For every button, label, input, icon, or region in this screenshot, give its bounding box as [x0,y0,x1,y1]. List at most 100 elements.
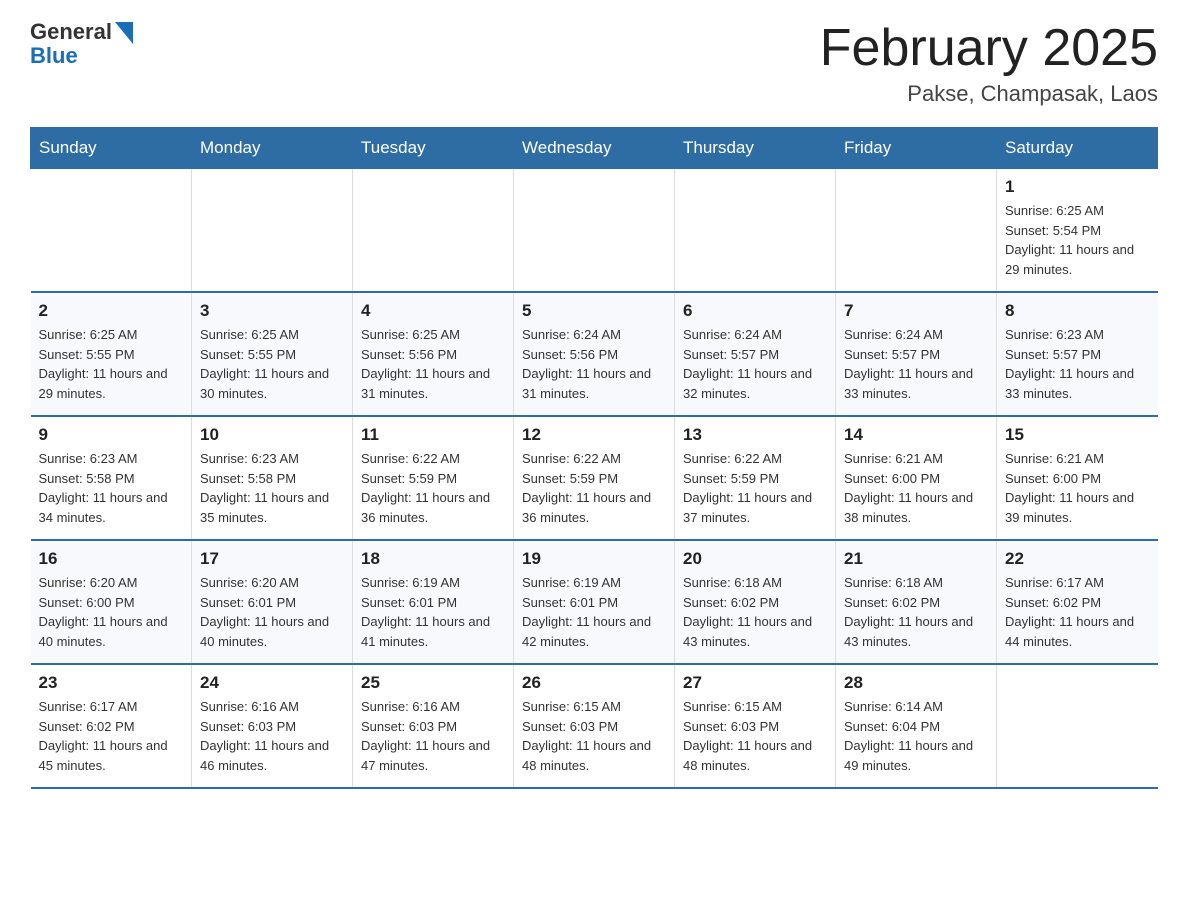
calendar-cell: 9 Sunrise: 6:23 AMSunset: 5:58 PMDaylight… [31,416,192,540]
day-info: Sunrise: 6:23 AMSunset: 5:58 PMDaylight:… [39,449,184,527]
page-header: General Blue February 2025 Pakse, Champa… [30,20,1158,107]
calendar-cell: 14Sunrise: 6:21 AMSunset: 6:00 PMDayligh… [836,416,997,540]
weekday-header-row: Sunday Monday Tuesday Wednesday Thursday… [31,128,1158,169]
day-info: Sunrise: 6:24 AMSunset: 5:57 PMDaylight:… [844,325,988,403]
calendar-week-row: 2 Sunrise: 6:25 AMSunset: 5:55 PMDaylight… [31,292,1158,416]
day-info: Sunrise: 6:22 AMSunset: 5:59 PMDaylight:… [522,449,666,527]
calendar-cell: 27 Sunrise: 6:15 AMSunset: 6:03 PMDayligh… [675,664,836,788]
day-info: Sunrise: 6:17 AMSunset: 6:02 PMDaylight:… [39,697,184,775]
day-number: 22 [1005,549,1150,569]
day-number: 20 [683,549,827,569]
day-number: 28 [844,673,988,693]
day-number: 12 [522,425,666,445]
calendar-cell: 7 Sunrise: 6:24 AMSunset: 5:57 PMDaylight… [836,292,997,416]
calendar-week-row: 23 Sunrise: 6:17 AMSunset: 6:02 PMDayligh… [31,664,1158,788]
calendar-cell: 8Sunrise: 6:23 AMSunset: 5:57 PMDaylight… [997,292,1158,416]
day-info: Sunrise: 6:25 AMSunset: 5:56 PMDaylight:… [361,325,505,403]
day-number: 7 [844,301,988,321]
calendar-cell: 26 Sunrise: 6:15 AMSunset: 6:03 PMDayligh… [514,664,675,788]
day-info: Sunrise: 6:21 AMSunset: 6:00 PMDaylight:… [844,449,988,527]
day-info: Sunrise: 6:24 AMSunset: 5:57 PMDaylight:… [683,325,827,403]
header-saturday: Saturday [997,128,1158,169]
day-info: Sunrise: 6:23 AMSunset: 5:57 PMDaylight:… [1005,325,1150,403]
calendar-week-row: 16Sunrise: 6:20 AMSunset: 6:00 PMDayligh… [31,540,1158,664]
day-number: 9 [39,425,184,445]
calendar-week-row: 1 Sunrise: 6:25 AMSunset: 5:54 PMDaylight… [31,169,1158,293]
day-info: Sunrise: 6:22 AMSunset: 5:59 PMDaylight:… [361,449,505,527]
calendar-cell: 5 Sunrise: 6:24 AMSunset: 5:56 PMDaylight… [514,292,675,416]
calendar-cell [514,169,675,293]
calendar-cell: 22 Sunrise: 6:17 AMSunset: 6:02 PMDayligh… [997,540,1158,664]
day-info: Sunrise: 6:20 AMSunset: 6:00 PMDaylight:… [39,573,184,651]
header-sunday: Sunday [31,128,192,169]
day-number: 27 [683,673,827,693]
header-wednesday: Wednesday [514,128,675,169]
logo-general-text: General [30,20,112,44]
day-number: 11 [361,425,505,445]
day-info: Sunrise: 6:18 AMSunset: 6:02 PMDaylight:… [844,573,988,651]
header-thursday: Thursday [675,128,836,169]
calendar-cell: 16Sunrise: 6:20 AMSunset: 6:00 PMDayligh… [31,540,192,664]
calendar-cell [353,169,514,293]
day-info: Sunrise: 6:19 AMSunset: 6:01 PMDaylight:… [522,573,666,651]
day-number: 15 [1005,425,1150,445]
day-info: Sunrise: 6:19 AMSunset: 6:01 PMDaylight:… [361,573,505,651]
calendar-cell: 18 Sunrise: 6:19 AMSunset: 6:01 PMDayligh… [353,540,514,664]
day-info: Sunrise: 6:25 AMSunset: 5:54 PMDaylight:… [1005,201,1150,279]
day-info: Sunrise: 6:17 AMSunset: 6:02 PMDaylight:… [1005,573,1150,651]
calendar-cell: 15 Sunrise: 6:21 AMSunset: 6:00 PMDayligh… [997,416,1158,540]
day-number: 24 [200,673,344,693]
calendar-cell [31,169,192,293]
calendar-cell: 12 Sunrise: 6:22 AMSunset: 5:59 PMDayligh… [514,416,675,540]
day-info: Sunrise: 6:15 AMSunset: 6:03 PMDaylight:… [522,697,666,775]
day-number: 5 [522,301,666,321]
day-info: Sunrise: 6:24 AMSunset: 5:56 PMDaylight:… [522,325,666,403]
day-number: 13 [683,425,827,445]
calendar-cell: 28Sunrise: 6:14 AMSunset: 6:04 PMDayligh… [836,664,997,788]
day-info: Sunrise: 6:15 AMSunset: 6:03 PMDaylight:… [683,697,827,775]
calendar-cell [997,664,1158,788]
day-number: 10 [200,425,344,445]
day-info: Sunrise: 6:22 AMSunset: 5:59 PMDaylight:… [683,449,827,527]
day-number: 18 [361,549,505,569]
calendar-cell: 11 Sunrise: 6:22 AMSunset: 5:59 PMDayligh… [353,416,514,540]
location-title: Pakse, Champasak, Laos [820,81,1158,107]
header-monday: Monday [192,128,353,169]
day-info: Sunrise: 6:18 AMSunset: 6:02 PMDaylight:… [683,573,827,651]
day-number: 6 [683,301,827,321]
day-info: Sunrise: 6:16 AMSunset: 6:03 PMDaylight:… [200,697,344,775]
header-friday: Friday [836,128,997,169]
calendar-cell: 24 Sunrise: 6:16 AMSunset: 6:03 PMDayligh… [192,664,353,788]
logo-triangle-icon [115,22,133,44]
calendar-cell [192,169,353,293]
calendar-cell: 2 Sunrise: 6:25 AMSunset: 5:55 PMDaylight… [31,292,192,416]
calendar-cell: 21 Sunrise: 6:18 AMSunset: 6:02 PMDayligh… [836,540,997,664]
calendar-cell: 20 Sunrise: 6:18 AMSunset: 6:02 PMDayligh… [675,540,836,664]
day-number: 23 [39,673,184,693]
day-info: Sunrise: 6:20 AMSunset: 6:01 PMDaylight:… [200,573,344,651]
day-number: 25 [361,673,505,693]
day-number: 1 [1005,177,1150,197]
calendar-cell: 4 Sunrise: 6:25 AMSunset: 5:56 PMDaylight… [353,292,514,416]
calendar-cell: 19 Sunrise: 6:19 AMSunset: 6:01 PMDayligh… [514,540,675,664]
day-info: Sunrise: 6:16 AMSunset: 6:03 PMDaylight:… [361,697,505,775]
day-number: 26 [522,673,666,693]
calendar-cell [836,169,997,293]
day-info: Sunrise: 6:21 AMSunset: 6:00 PMDaylight:… [1005,449,1150,527]
day-number: 19 [522,549,666,569]
day-number: 4 [361,301,505,321]
logo-blue-text: Blue [30,43,78,68]
day-number: 2 [39,301,184,321]
calendar-cell: 6 Sunrise: 6:24 AMSunset: 5:57 PMDaylight… [675,292,836,416]
calendar-cell: 13 Sunrise: 6:22 AMSunset: 5:59 PMDayligh… [675,416,836,540]
day-number: 17 [200,549,344,569]
day-number: 3 [200,301,344,321]
day-info: Sunrise: 6:25 AMSunset: 5:55 PMDaylight:… [39,325,184,403]
day-number: 21 [844,549,988,569]
title-section: February 2025 Pakse, Champasak, Laos [820,20,1158,107]
calendar-week-row: 9 Sunrise: 6:23 AMSunset: 5:58 PMDaylight… [31,416,1158,540]
calendar-cell: 25 Sunrise: 6:16 AMSunset: 6:03 PMDayligh… [353,664,514,788]
header-tuesday: Tuesday [353,128,514,169]
logo: General Blue [30,20,133,68]
calendar-cell: 1 Sunrise: 6:25 AMSunset: 5:54 PMDaylight… [997,169,1158,293]
